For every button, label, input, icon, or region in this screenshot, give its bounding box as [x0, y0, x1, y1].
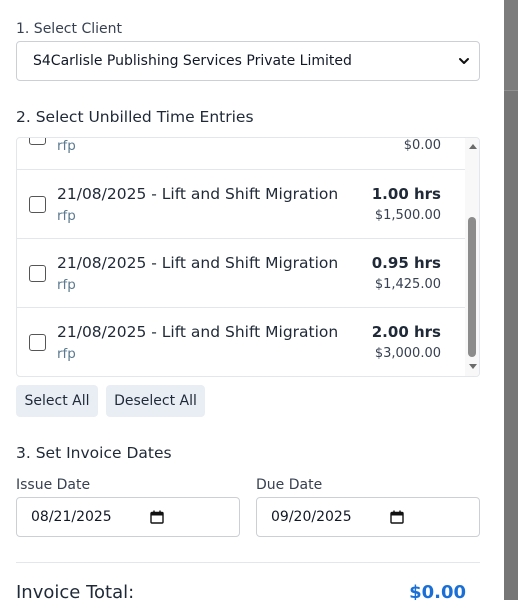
list-item[interactable]: 21/08/2025 - Lift and Shift Migration rf…	[17, 170, 465, 239]
background-divider	[504, 90, 518, 91]
invoice-dates-heading: 3. Set Invoice Dates	[16, 444, 172, 462]
entry-checkbox[interactable]	[29, 265, 46, 282]
due-date-field[interactable]: 09/20/2025	[256, 497, 480, 537]
divider	[16, 562, 480, 563]
entry-hours: 0.95 hrs	[371, 254, 441, 272]
select-all-button[interactable]: Select All	[16, 385, 98, 417]
chevron-down-icon	[459, 58, 469, 64]
entry-subtitle: rfp	[57, 346, 76, 362]
list-item[interactable]: 21/08/2025 - Lift and Shift Migration rf…	[17, 239, 465, 308]
entry-title: 21/08/2025 - Lift and Shift Migration	[57, 323, 339, 341]
time-entries-list[interactable]: rfp $0.00 21/08/2025 - Lift and Shift Mi…	[16, 137, 480, 377]
scrollbar-thumb[interactable]	[468, 217, 476, 357]
issue-date-field[interactable]: 08/21/2025	[16, 497, 240, 537]
list-scrollbar[interactable]	[465, 138, 479, 376]
calendar-icon[interactable]	[390, 510, 404, 524]
entry-amount: $1,425.00	[374, 277, 441, 292]
entry-amount: $0.00	[403, 138, 441, 153]
issue-date-label: Issue Date	[16, 477, 91, 493]
unbilled-entries-heading: 2. Select Unbilled Time Entries	[16, 108, 254, 126]
entry-title: 21/08/2025 - Lift and Shift Migration	[57, 185, 339, 203]
invoice-panel: 1. Select Client S4Carlisle Publishing S…	[0, 0, 504, 600]
list-item[interactable]: rfp $0.00	[17, 138, 465, 170]
entry-title: 21/08/2025 - Lift and Shift Migration	[57, 254, 339, 272]
due-date-value: 09/20/2025	[271, 509, 352, 525]
invoice-total-label: Invoice Total:	[16, 582, 135, 600]
entry-checkbox[interactable]	[29, 334, 46, 351]
entry-amount: $3,000.00	[374, 346, 441, 361]
entry-checkbox[interactable]	[29, 138, 46, 145]
entry-subtitle: rfp	[57, 208, 76, 224]
entry-amount: $1,500.00	[374, 208, 441, 223]
deselect-all-button[interactable]: Deselect All	[106, 385, 205, 417]
scroll-down-arrow-icon[interactable]	[469, 364, 477, 369]
scroll-up-arrow-icon[interactable]	[469, 144, 477, 149]
select-client-heading: 1. Select Client	[16, 21, 122, 37]
list-item[interactable]: 21/08/2025 - Lift and Shift Migration rf…	[17, 308, 465, 376]
entry-hours: 1.00 hrs	[371, 185, 441, 203]
issue-date-value: 08/21/2025	[31, 509, 112, 525]
entry-subtitle: rfp	[57, 277, 76, 293]
client-select-value: S4Carlisle Publishing Services Private L…	[33, 53, 352, 69]
entry-subtitle: rfp	[57, 138, 76, 154]
client-select[interactable]: S4Carlisle Publishing Services Private L…	[16, 41, 480, 81]
background-header	[504, 0, 518, 90]
entry-checkbox[interactable]	[29, 196, 46, 213]
modal-backdrop[interactable]	[504, 0, 518, 600]
calendar-icon[interactable]	[150, 510, 164, 524]
due-date-label: Due Date	[256, 477, 323, 493]
invoice-total-value: $0.00	[409, 582, 466, 600]
entry-hours: 2.00 hrs	[371, 323, 441, 341]
